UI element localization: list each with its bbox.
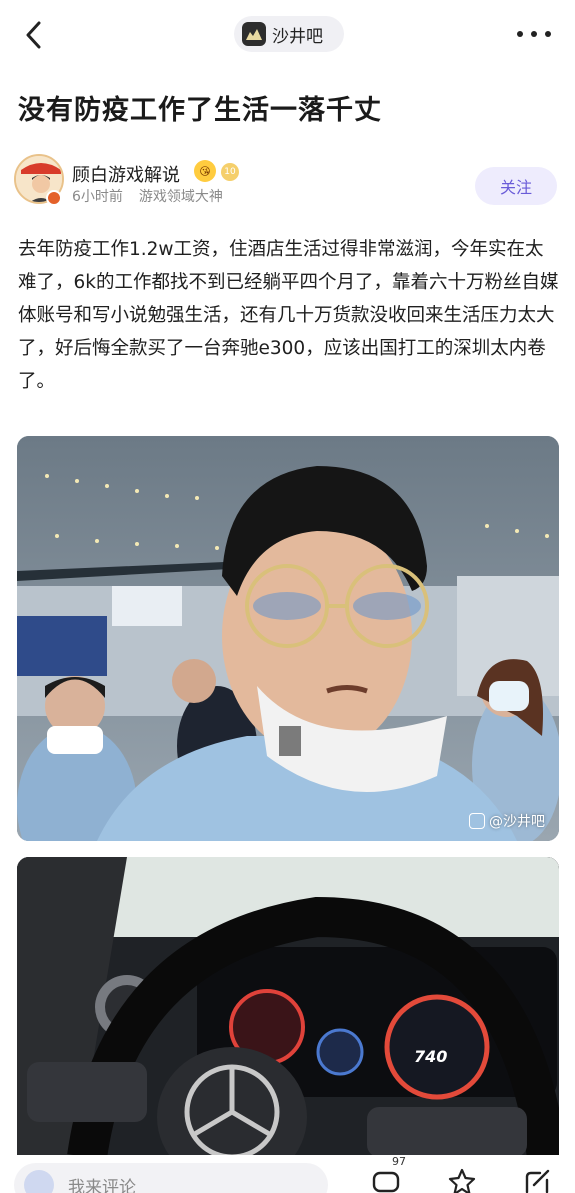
watermark-icon — [469, 813, 485, 829]
author-tag: 游戏领域大神 — [138, 189, 223, 205]
kiss-emoji-icon: 😘 — [194, 160, 216, 182]
level-badge-icon: 10 — [221, 163, 239, 181]
top-nav-bar: 沙井吧 — [0, 0, 575, 70]
post-page: 沙井吧 没有防疫工作了生活一落千丈 顾白游戏解说 😘 10 6小时前 游戏领域大… — [0, 0, 575, 1193]
more-dots-icon — [517, 31, 523, 37]
post-time: 6小时前 — [72, 189, 123, 205]
bottom-action-bar: 我来评论 97 — [0, 1155, 575, 1193]
comment-icon[interactable] — [371, 1167, 401, 1193]
comment-placeholder: 我来评论 — [68, 1177, 136, 1193]
avatar-badge — [46, 190, 62, 206]
post-image-selfie[interactable]: @沙井吧 — [17, 436, 559, 841]
post-body: 去年防疫工作1.2w工资，住酒店生活过得非常滋润，今年实在太难了，6k的工作都找… — [18, 239, 559, 392]
more-options-button[interactable] — [517, 22, 551, 46]
post-image-car-interior[interactable]: 740 — [17, 857, 559, 1157]
author-name[interactable]: 顾白游戏解说 — [72, 161, 180, 187]
post-meta: 6小时前 游戏领域大神 — [72, 186, 223, 206]
star-icon[interactable] — [447, 1167, 477, 1193]
back-button[interactable] — [18, 18, 48, 52]
post-title: 没有防疫工作了生活一落千丈 — [18, 95, 382, 126]
share-icon[interactable] — [522, 1167, 552, 1193]
forum-logo — [242, 22, 266, 46]
chevron-left-icon — [26, 21, 41, 49]
comment-input[interactable]: 我来评论 — [14, 1163, 328, 1193]
user-avatar — [24, 1170, 54, 1193]
forum-chip[interactable]: 沙井吧 — [234, 16, 344, 52]
forum-name: 沙井吧 — [272, 26, 323, 47]
follow-button[interactable]: 关注 — [475, 167, 557, 205]
image-watermark: @沙井吧 — [469, 811, 545, 831]
comment-count: 97 — [392, 1155, 406, 1168]
speedometer-readout: 740 — [414, 1047, 448, 1066]
